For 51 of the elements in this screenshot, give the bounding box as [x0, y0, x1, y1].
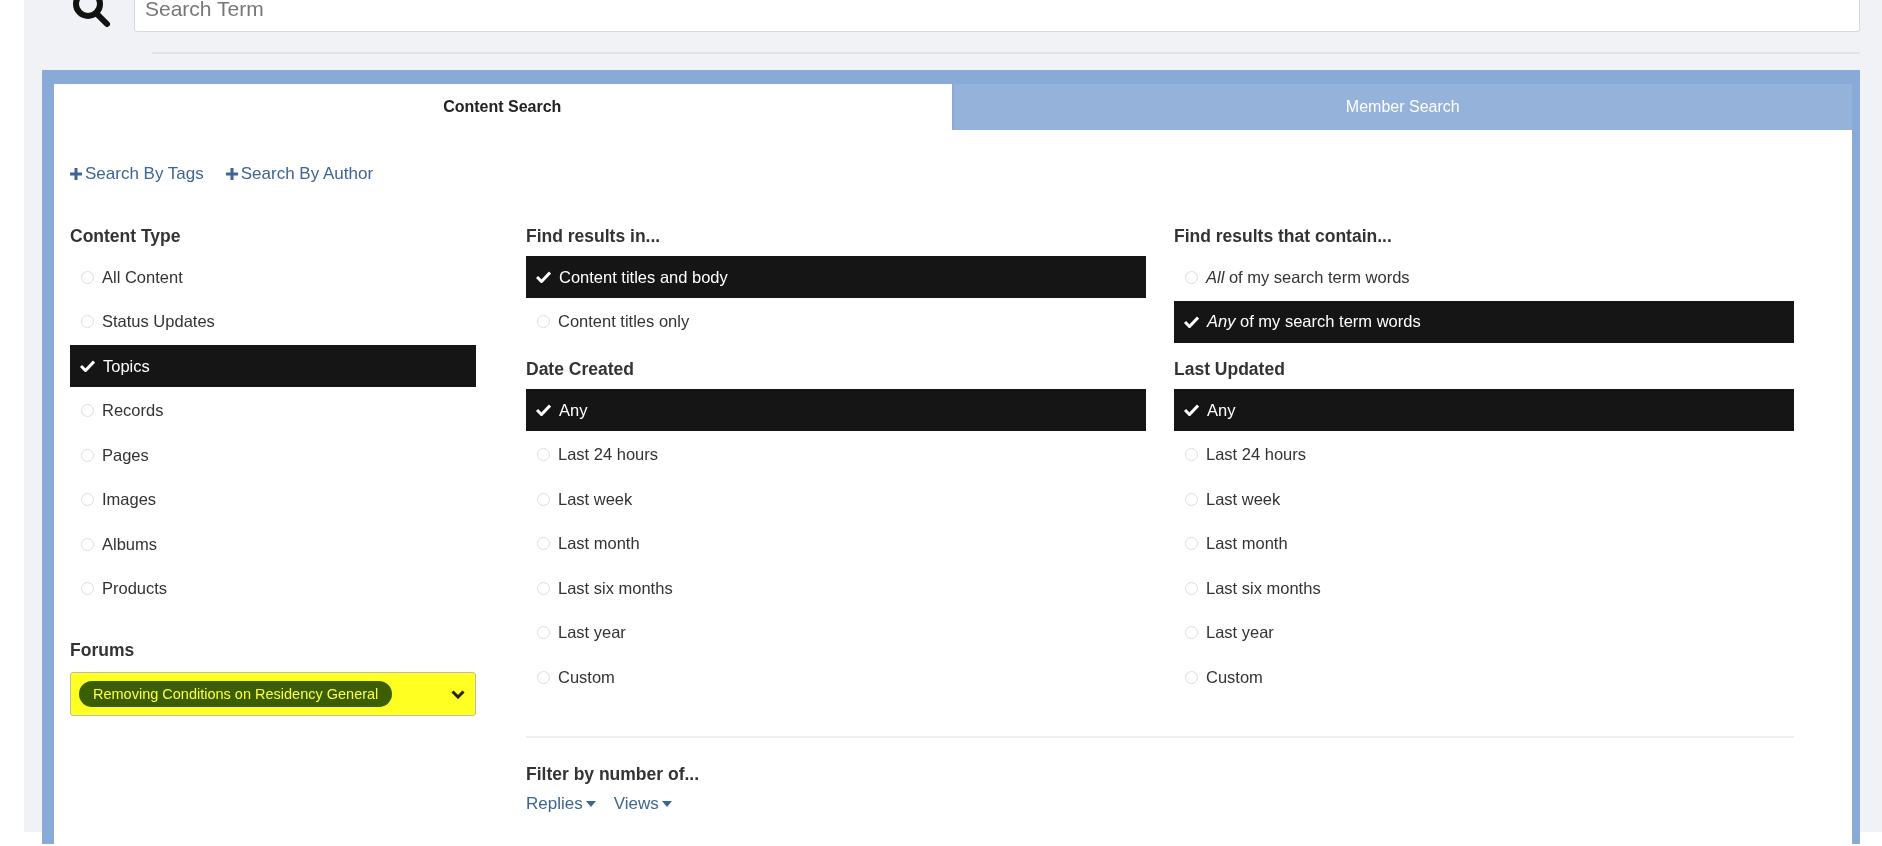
caret-down-icon [661, 801, 672, 807]
dropdown-link[interactable]: Replies [526, 794, 596, 814]
checkmark-icon [1184, 404, 1199, 416]
radio-option[interactable]: All of my search term words [1174, 256, 1794, 298]
plus-icon [225, 168, 238, 180]
dropdown-link[interactable]: Views [613, 794, 672, 814]
radio-option[interactable]: Any of my search term words [1174, 300, 1794, 343]
checkmark-icon [80, 360, 95, 372]
radio-option[interactable]: Last month [1174, 522, 1794, 565]
radio-option[interactable]: Last 24 hours [526, 433, 1146, 476]
caret-down-icon [585, 801, 596, 807]
radio-option[interactable]: Last six months [526, 567, 1146, 609]
section-heading: Find results that contain... [1174, 224, 1393, 248]
radio-option[interactable]: Last week [526, 478, 1146, 520]
section-heading: Filter by number of... [526, 762, 701, 786]
radio-option[interactable]: Pages [70, 434, 476, 476]
tab[interactable]: Content Search [54, 84, 952, 130]
chevron-down-icon [451, 689, 465, 699]
radio-option[interactable]: Last six months [1174, 567, 1794, 609]
link[interactable]: Search By Author [225, 164, 374, 184]
forum-select[interactable]: Removing Conditions on Residency General [70, 672, 476, 716]
section-heading: Last Updated [1174, 357, 1286, 381]
forum-tag: Removing Conditions on Residency General [79, 681, 393, 707]
radio-option[interactable]: Images [70, 478, 476, 521]
checkmark-icon [536, 404, 551, 416]
radio-option[interactable]: Records [70, 389, 476, 432]
radio-option[interactable]: Topics [70, 345, 476, 387]
radio-option[interactable]: Custom [526, 656, 1146, 698]
link[interactable]: Search By Tags [70, 164, 204, 184]
radio-option[interactable]: Last 24 hours [1174, 433, 1794, 476]
radio-option[interactable]: Products [70, 567, 476, 610]
radio-option[interactable]: Albums [70, 523, 476, 565]
search-field[interactable]: Search Term [134, 0, 1860, 32]
radio-option[interactable]: Last month [526, 522, 1146, 565]
radio-option[interactable]: Any [526, 389, 1146, 431]
checkmark-icon [1184, 315, 1199, 328]
radio-option[interactable]: Content titles and body [526, 256, 1146, 298]
checkmark-icon [536, 271, 551, 283]
radio-option[interactable]: Last year [1174, 611, 1794, 654]
radio-option[interactable]: Any [1174, 389, 1794, 431]
radio-option[interactable]: Content titles only [526, 300, 1146, 343]
radio-option[interactable]: Custom [1174, 656, 1794, 698]
radio-option[interactable]: Last year [526, 611, 1146, 654]
section-heading: Content Type [70, 224, 182, 248]
section-heading: Find results in... [526, 224, 662, 248]
section-heading: Forums [70, 638, 136, 662]
section-heading: Date Created [526, 357, 635, 381]
radio-option[interactable]: All Content [70, 256, 476, 298]
radio-option[interactable]: Status Updates [70, 300, 476, 343]
plus-icon [70, 168, 82, 180]
radio-option[interactable]: Last week [1174, 478, 1794, 520]
